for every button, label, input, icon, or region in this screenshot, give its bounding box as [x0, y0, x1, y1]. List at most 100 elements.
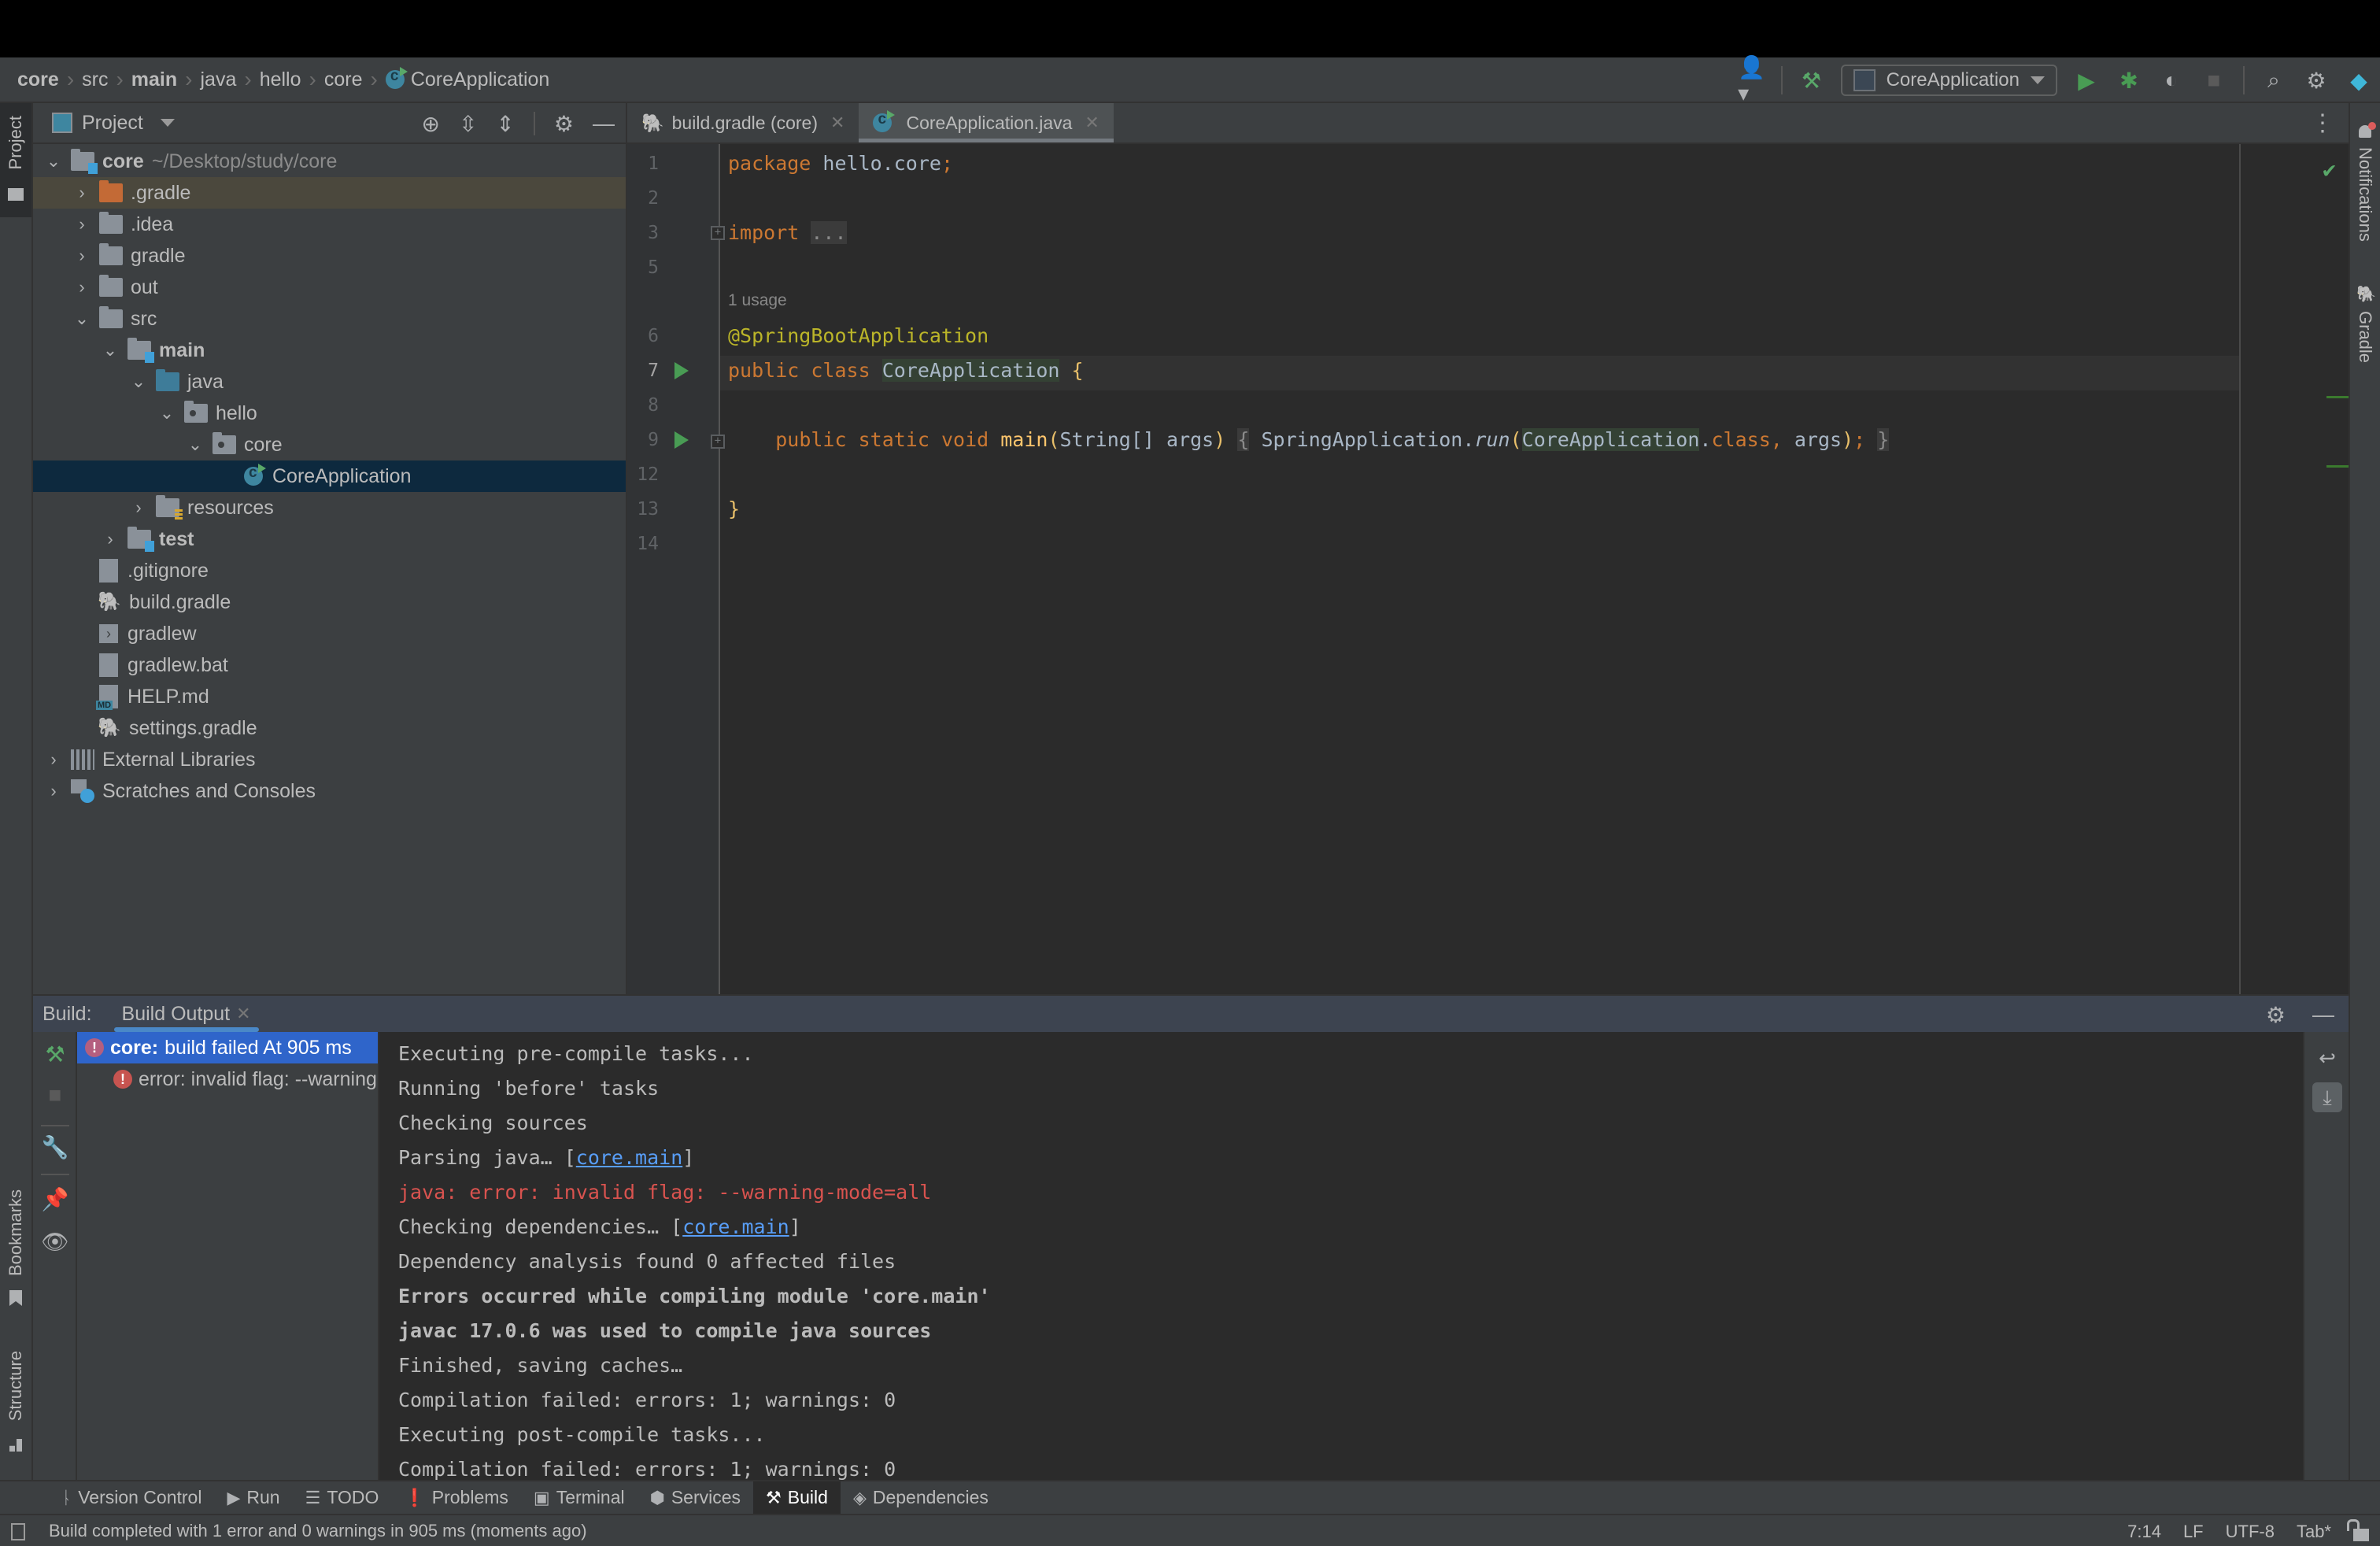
- line-separator[interactable]: LF: [2183, 1522, 2204, 1542]
- locate-file-icon[interactable]: ⊕: [421, 111, 439, 137]
- close-icon[interactable]: ✕: [830, 113, 844, 133]
- breadcrumb-item[interactable]: main: [131, 68, 177, 91]
- scroll-to-end-icon[interactable]: ⤓: [2312, 1082, 2342, 1112]
- tree-item-dot-gradle[interactable]: › .gradle: [33, 177, 626, 209]
- tool-window-services[interactable]: ⬢ Services: [638, 1481, 753, 1514]
- project-view-selector[interactable]: Project: [82, 112, 143, 135]
- tree-item-gradle[interactable]: › gradle: [33, 240, 626, 272]
- unlock-icon[interactable]: [2347, 1518, 2369, 1541]
- tree-item-src[interactable]: ⌄ src: [33, 303, 626, 335]
- build-tree-item-error[interactable]: ! error: invalid flag: --warning-mode=al…: [77, 1063, 378, 1095]
- expand-all-icon[interactable]: ⇳: [459, 111, 477, 137]
- debug-icon[interactable]: ✱: [2116, 67, 2142, 94]
- chevron-down-icon[interactable]: ⌄: [101, 340, 120, 361]
- breadcrumb-item[interactable]: java: [200, 68, 236, 91]
- chevron-down-icon[interactable]: ⌄: [44, 151, 63, 172]
- stripe-gradle-button[interactable]: 🐘 Gradle: [2350, 284, 2380, 371]
- tab-build-output[interactable]: Build Output ✕: [113, 996, 259, 1032]
- tree-item-settings-gradle[interactable]: 🐘 settings.gradle: [33, 712, 626, 744]
- breadcrumb-item[interactable]: src: [82, 68, 108, 91]
- chevron-right-icon[interactable]: ›: [129, 497, 148, 518]
- folded-imports[interactable]: ...: [811, 221, 847, 244]
- chevron-right-icon[interactable]: ›: [72, 183, 91, 203]
- build-tree-item-failed[interactable]: ! core: build failed At 905 ms: [77, 1032, 378, 1063]
- code-editor[interactable]: 1 2 3 5 6 7 8 9 12 13 14 + + package hel…: [627, 144, 2349, 994]
- tree-item-core[interactable]: ⌄ core ~/Desktop/study/core: [33, 146, 626, 177]
- close-icon[interactable]: ✕: [236, 1004, 250, 1024]
- tool-window-build[interactable]: ⚒ Build: [753, 1481, 841, 1514]
- tree-item-external-libraries[interactable]: › External Libraries: [33, 744, 626, 775]
- tree-item-out[interactable]: › out: [33, 272, 626, 303]
- coverage-icon[interactable]: ◐: [2158, 67, 2185, 94]
- soft-wrap-icon[interactable]: ↩: [2312, 1043, 2342, 1073]
- change-marker[interactable]: [2326, 465, 2349, 468]
- no-problems-check-icon[interactable]: ✔: [2323, 157, 2336, 183]
- collapse-all-icon[interactable]: ⇕: [496, 111, 514, 137]
- tree-item-coreapplication[interactable]: CoreApplication: [33, 460, 626, 492]
- tool-window-dependencies[interactable]: ◈ Dependencies: [841, 1481, 1001, 1514]
- breadcrumb-item[interactable]: CoreApplication: [385, 67, 549, 91]
- tree-item-gitignore[interactable]: .gitignore: [33, 555, 626, 586]
- chevron-right-icon[interactable]: ›: [72, 277, 91, 298]
- tree-item-gradlew[interactable]: › gradlew: [33, 618, 626, 649]
- stop-icon[interactable]: ■: [2201, 67, 2227, 94]
- tree-item-java[interactable]: ⌄ java: [33, 366, 626, 398]
- tool-window-todo[interactable]: ☰ TODO: [293, 1481, 392, 1514]
- search-icon[interactable]: ⌕: [2260, 67, 2287, 94]
- wrench-icon[interactable]: 🔧: [41, 1134, 69, 1163]
- pin-icon[interactable]: 📌: [41, 1186, 69, 1215]
- fold-expand-icon[interactable]: +: [711, 435, 725, 449]
- tree-item-gradlew-bat[interactable]: gradlew.bat: [33, 649, 626, 681]
- change-marker[interactable]: [2326, 396, 2349, 398]
- fold-expand-icon[interactable]: +: [711, 226, 725, 240]
- stripe-project-button[interactable]: Project: [0, 103, 31, 217]
- settings-icon[interactable]: ⚙: [554, 111, 574, 137]
- breadcrumb-item[interactable]: core: [17, 68, 59, 91]
- settings-icon[interactable]: ⚙: [2303, 67, 2330, 94]
- run-gutter-icon[interactable]: [674, 431, 689, 449]
- tree-item-test[interactable]: › test: [33, 523, 626, 555]
- vcs-user-icon[interactable]: 👤▾: [1738, 55, 1765, 105]
- tool-window-terminal[interactable]: ▣ Terminal: [521, 1481, 638, 1514]
- tree-item-main[interactable]: ⌄ main: [33, 335, 626, 366]
- stop-icon[interactable]: ■: [41, 1082, 69, 1111]
- run-configuration-selector[interactable]: CoreApplication: [1840, 65, 2057, 96]
- breadcrumb-item[interactable]: hello: [260, 68, 301, 91]
- chevron-right-icon[interactable]: ›: [101, 529, 120, 549]
- rebuild-hammer-icon[interactable]: ⚒: [41, 1041, 69, 1070]
- tree-item-hello[interactable]: ⌄ hello: [33, 398, 626, 429]
- tree-item-scratches[interactable]: › Scratches and Consoles: [33, 775, 626, 807]
- tree-item-build-gradle[interactable]: 🐘 build.gradle: [33, 586, 626, 618]
- tab-coreapplication-java[interactable]: CoreApplication.java ✕: [859, 103, 1114, 142]
- hide-panel-icon[interactable]: —: [2312, 1002, 2334, 1027]
- chevron-right-icon[interactable]: ›: [72, 214, 91, 235]
- stripe-notifications-button[interactable]: Notifications: [2350, 103, 2380, 261]
- stripe-structure-button[interactable]: Structure: [0, 1351, 31, 1469]
- tree-item-core-package[interactable]: ⌄ core: [33, 429, 626, 460]
- chevron-down-icon[interactable]: [160, 119, 175, 127]
- settings-icon[interactable]: ⚙: [2266, 1002, 2286, 1028]
- module-link[interactable]: core.main: [682, 1215, 789, 1238]
- toggle-tool-windows-icon[interactable]: [11, 1523, 25, 1540]
- chevron-right-icon[interactable]: ›: [44, 749, 63, 770]
- chevron-right-icon[interactable]: ›: [72, 246, 91, 266]
- breadcrumb-item[interactable]: core: [324, 68, 363, 91]
- chevron-right-icon[interactable]: ›: [44, 781, 63, 801]
- tab-build-gradle[interactable]: 🐘 build.gradle (core) ✕: [627, 103, 859, 142]
- close-icon[interactable]: ✕: [1085, 113, 1099, 133]
- tree-item-dot-idea[interactable]: › .idea: [33, 209, 626, 240]
- tool-window-run[interactable]: ▶ Run: [214, 1481, 292, 1514]
- run-icon[interactable]: ▶: [2073, 67, 2100, 94]
- stripe-bookmarks-button[interactable]: Bookmarks: [0, 1189, 31, 1315]
- indent-setting[interactable]: Tab*: [2297, 1522, 2331, 1542]
- caret-position[interactable]: 7:14: [2127, 1522, 2161, 1542]
- tree-item-help-md[interactable]: MD HELP.md: [33, 681, 626, 712]
- jetbrains-logo-icon[interactable]: ◆: [2345, 67, 2372, 94]
- build-output-console[interactable]: Executing pre-compile tasks... Running '…: [379, 1032, 2303, 1480]
- build-hammer-icon[interactable]: ⚒: [1798, 67, 1825, 94]
- run-gutter-icon[interactable]: [674, 362, 689, 379]
- tool-window-version-control[interactable]: ᚿ Version Control: [49, 1481, 214, 1514]
- file-encoding[interactable]: UTF-8: [2226, 1522, 2275, 1542]
- eye-icon[interactable]: 👁: [41, 1229, 69, 1257]
- module-link[interactable]: core.main: [576, 1146, 682, 1169]
